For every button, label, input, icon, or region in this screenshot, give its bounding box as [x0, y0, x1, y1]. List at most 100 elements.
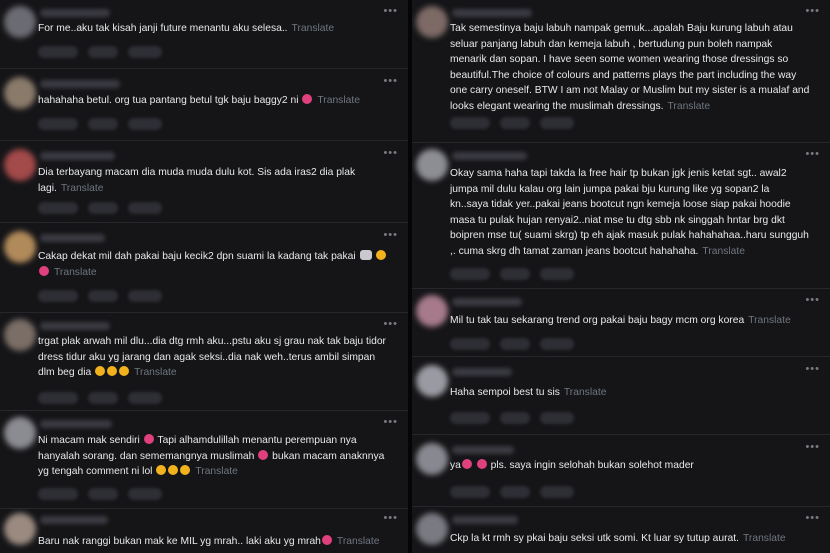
username[interactable]: [40, 234, 105, 242]
avatar[interactable]: [4, 77, 36, 109]
more-dots-icon[interactable]: •••: [805, 5, 820, 17]
translate-link[interactable]: Translate: [564, 387, 607, 398]
share-button[interactable]: [540, 338, 574, 350]
share-button[interactable]: [540, 412, 574, 424]
avatar[interactable]: [4, 513, 36, 545]
avatar[interactable]: [416, 443, 448, 475]
avatar[interactable]: [4, 417, 36, 449]
like-button[interactable]: [38, 392, 78, 404]
like-button[interactable]: [38, 202, 78, 214]
reply-button[interactable]: [500, 268, 530, 280]
translate-link[interactable]: Translate: [702, 246, 745, 257]
more-dots-icon[interactable]: •••: [805, 363, 820, 375]
comments-screenshot: ••• For me..aku tak kisah janji future m…: [0, 0, 830, 553]
like-button[interactable]: [450, 268, 490, 280]
comment-body: Mil tu tak tau sekarang trend org pakai …: [450, 315, 745, 326]
avatar[interactable]: [416, 513, 448, 545]
comment-body: Okay sama haha tapi takda la free hair t…: [450, 168, 809, 257]
comment-body: Ni macam mak sendiri: [38, 435, 140, 446]
avatar[interactable]: [4, 319, 36, 351]
share-button[interactable]: [128, 202, 162, 214]
share-button[interactable]: [540, 486, 574, 498]
more-dots-icon[interactable]: •••: [383, 318, 398, 330]
avatar[interactable]: [4, 231, 36, 263]
reply-button[interactable]: [88, 202, 118, 214]
share-button[interactable]: [540, 268, 574, 280]
username[interactable]: [40, 516, 108, 524]
comment-item: ••• Okay sama haha tapi takda la free ha…: [412, 142, 830, 289]
share-button[interactable]: [128, 118, 162, 130]
more-dots-icon[interactable]: •••: [805, 294, 820, 306]
reply-button[interactable]: [88, 392, 118, 404]
comment-body: pls. saya ingin selohah bukan solehot ma…: [490, 460, 694, 471]
reply-button[interactable]: [88, 488, 118, 500]
reply-button[interactable]: [88, 46, 118, 58]
share-button[interactable]: [128, 46, 162, 58]
translate-link[interactable]: Translate: [134, 367, 177, 378]
avatar[interactable]: [4, 149, 36, 181]
laughing-emoji-icon: [258, 449, 269, 460]
comment-actions: [450, 485, 584, 499]
username[interactable]: [40, 152, 115, 160]
translate-link[interactable]: Translate: [195, 466, 238, 477]
translate-link[interactable]: Translate: [668, 101, 711, 112]
more-dots-icon[interactable]: •••: [805, 148, 820, 160]
comment-item: ••• ya pls. saya ingin selohah bukan sol…: [412, 434, 830, 507]
translate-link[interactable]: Translate: [743, 533, 786, 544]
reply-button[interactable]: [88, 118, 118, 130]
laughing-emoji-icon: [461, 459, 472, 469]
more-dots-icon[interactable]: •••: [805, 441, 820, 453]
reply-button[interactable]: [500, 338, 530, 350]
comment-text: ya pls. saya ingin selohah bukan solehot…: [450, 458, 810, 474]
comment-actions: [38, 391, 172, 405]
avatar[interactable]: [4, 6, 36, 38]
username[interactable]: [452, 516, 518, 524]
translate-link[interactable]: Translate: [748, 315, 791, 326]
username[interactable]: [452, 368, 512, 376]
like-button[interactable]: [450, 117, 490, 129]
translate-link[interactable]: Translate: [317, 95, 360, 106]
eyes-emoji-icon: [359, 250, 372, 260]
like-button[interactable]: [450, 412, 490, 424]
username[interactable]: [40, 80, 120, 88]
avatar[interactable]: [416, 149, 448, 181]
translate-link[interactable]: Translate: [61, 183, 104, 194]
reply-button[interactable]: [88, 290, 118, 302]
share-button[interactable]: [128, 392, 162, 404]
translate-link[interactable]: Translate: [54, 267, 97, 278]
share-button[interactable]: [128, 488, 162, 500]
more-dots-icon[interactable]: •••: [383, 75, 398, 87]
translate-link[interactable]: Translate: [337, 536, 380, 547]
username[interactable]: [452, 9, 532, 17]
more-dots-icon[interactable]: •••: [383, 5, 398, 17]
comment-text: Okay sama haha tapi takda la free hair t…: [450, 166, 810, 259]
avatar[interactable]: [416, 295, 448, 327]
more-dots-icon[interactable]: •••: [805, 512, 820, 524]
reply-button[interactable]: [500, 412, 530, 424]
like-button[interactable]: [38, 118, 78, 130]
username[interactable]: [40, 420, 112, 428]
share-button[interactable]: [128, 290, 162, 302]
more-dots-icon[interactable]: •••: [383, 229, 398, 241]
like-button[interactable]: [38, 290, 78, 302]
reply-button[interactable]: [500, 117, 530, 129]
username[interactable]: [40, 322, 110, 330]
share-button[interactable]: [540, 117, 574, 129]
avatar[interactable]: [416, 6, 448, 38]
username[interactable]: [452, 152, 527, 160]
username[interactable]: [40, 9, 110, 17]
reply-button[interactable]: [500, 486, 530, 498]
like-button[interactable]: [450, 486, 490, 498]
username[interactable]: [452, 446, 514, 454]
more-dots-icon[interactable]: •••: [383, 416, 398, 428]
username[interactable]: [452, 298, 522, 306]
more-dots-icon[interactable]: •••: [383, 147, 398, 159]
comment-text: Ni macam mak sendiri Tapi alhamdulillah …: [38, 433, 388, 480]
like-button[interactable]: [38, 46, 78, 58]
avatar[interactable]: [416, 365, 448, 397]
more-dots-icon[interactable]: •••: [383, 512, 398, 524]
comment-text: Baru nak ranggi bukan mak ke MIL yg mrah…: [38, 534, 388, 550]
translate-link[interactable]: Translate: [292, 23, 335, 34]
like-button[interactable]: [38, 488, 78, 500]
like-button[interactable]: [450, 338, 490, 350]
